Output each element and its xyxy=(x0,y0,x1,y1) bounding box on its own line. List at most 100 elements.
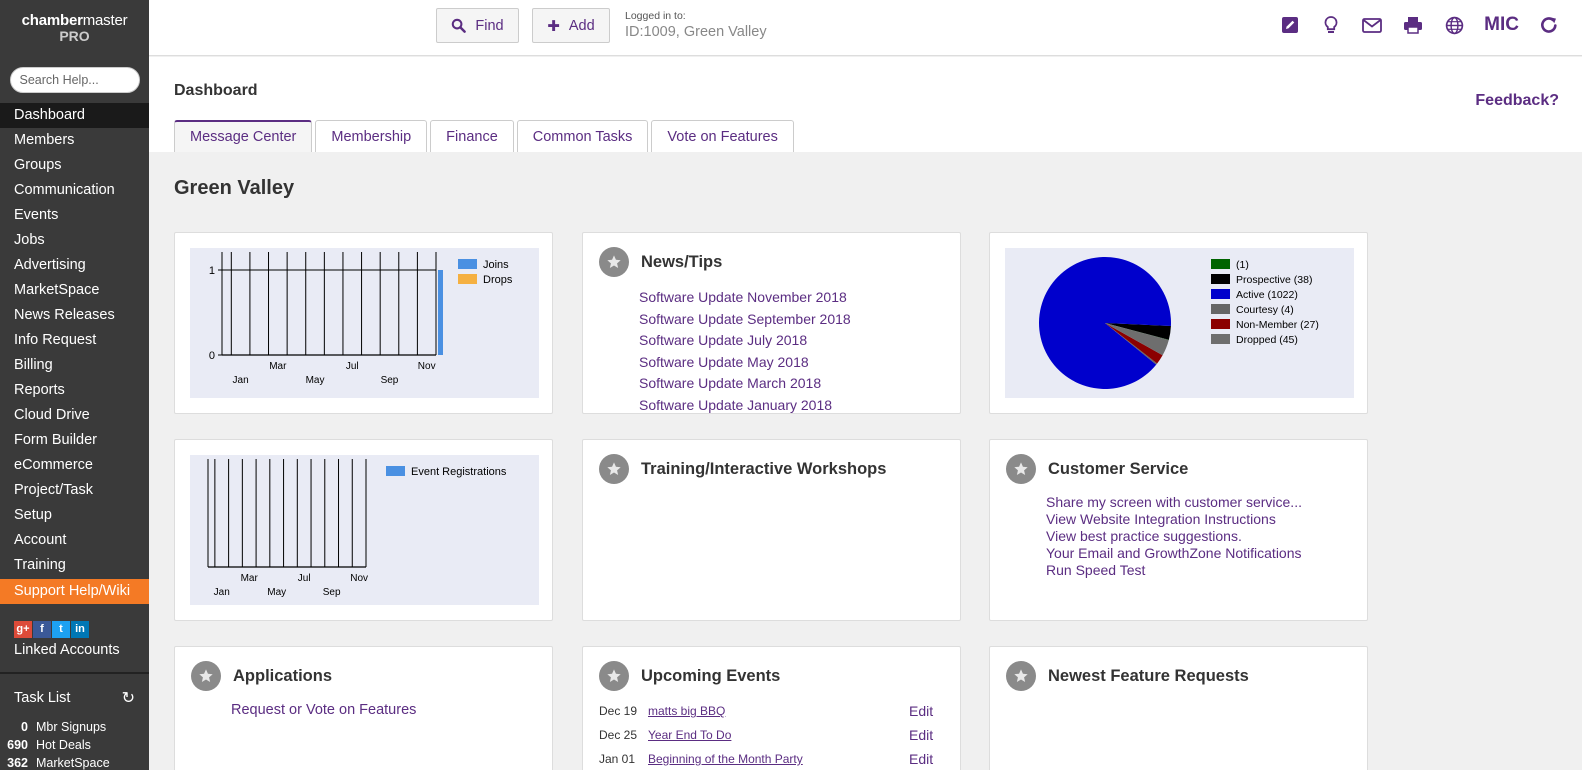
linked-accounts-link[interactable]: Linked Accounts xyxy=(0,642,149,658)
task-item[interactable]: 362 MarketSpace xyxy=(0,754,149,770)
tab-common-tasks[interactable]: Common Tasks xyxy=(516,120,649,152)
star-icon[interactable] xyxy=(191,661,221,691)
news-link[interactable]: Software Update May 2018 xyxy=(639,352,851,374)
task-label: MarketSpace xyxy=(36,756,110,770)
sidebar-item-form-builder[interactable]: Form Builder xyxy=(0,428,149,453)
sidebar-item-reports[interactable]: Reports xyxy=(0,378,149,403)
refresh-icon[interactable]: ↻ xyxy=(122,688,135,708)
bar-joins xyxy=(438,270,443,355)
page-header: Dashboard Feedback? Message Center Member… xyxy=(149,57,1582,152)
newest-features-title: Newest Feature Requests xyxy=(1048,666,1249,685)
search-help-input[interactable] xyxy=(9,67,140,93)
sidebar-item-advertising[interactable]: Advertising xyxy=(0,253,149,278)
customer-service-link[interactable]: View best practice suggestions. xyxy=(1046,528,1302,545)
x-tick-label: Sep xyxy=(381,375,399,386)
sidebar-item-communication[interactable]: Communication xyxy=(0,178,149,203)
user-initials[interactable]: MIC xyxy=(1484,14,1519,36)
customer-service-links: Share my screen with customer service...… xyxy=(1046,494,1302,579)
sidebar-item-marketspace[interactable]: MarketSpace xyxy=(0,278,149,303)
tab-finance[interactable]: Finance xyxy=(430,120,514,152)
task-count: 690 xyxy=(7,738,28,752)
task-item[interactable]: 690 Hot Deals xyxy=(0,736,149,754)
edit-icon[interactable] xyxy=(1279,14,1301,36)
sidebar-item-members[interactable]: Members xyxy=(0,128,149,153)
x-tick-label: May xyxy=(306,375,325,386)
linkedin-icon[interactable]: in xyxy=(71,621,89,638)
customer-service-link[interactable]: Share my screen with customer service... xyxy=(1046,494,1302,511)
sidebar-item-account[interactable]: Account xyxy=(0,528,149,553)
customer-service-card: Customer Service Share my screen with cu… xyxy=(989,439,1368,621)
news-links: Software Update November 2018 Software Up… xyxy=(639,287,851,414)
legend-label: Non-Member (27) xyxy=(1236,319,1319,331)
event-name-link[interactable]: Year End To Do xyxy=(648,723,909,747)
tab-vote-on-features[interactable]: Vote on Features xyxy=(651,120,794,152)
legend-label: Prospective (38) xyxy=(1236,274,1312,286)
printer-icon[interactable] xyxy=(1402,14,1424,36)
y-tick-label: 0 xyxy=(209,350,215,362)
sidebar-item-jobs[interactable]: Jobs xyxy=(0,228,149,253)
event-date: Jan 01 xyxy=(599,752,636,766)
x-tick-label: Jul xyxy=(298,573,311,584)
customer-service-link[interactable]: Run Speed Test xyxy=(1046,562,1302,579)
sidebar-item-project-task[interactable]: Project/Task xyxy=(0,478,149,503)
star-icon[interactable] xyxy=(1006,661,1036,691)
applications-card: Applications Request or Vote on Features xyxy=(174,646,553,770)
sidebar-item-info-request[interactable]: Info Request xyxy=(0,328,149,353)
find-button[interactable]: Find xyxy=(436,8,519,43)
sidebar-item-events[interactable]: Events xyxy=(0,203,149,228)
customer-service-link[interactable]: Your Email and GrowthZone Notifications xyxy=(1046,545,1302,562)
membership-pie-chart: (1) Prospective (38) Active (1022) Courtesy… xyxy=(1005,248,1354,398)
star-icon[interactable] xyxy=(1006,454,1036,484)
sidebar-item-setup[interactable]: Setup xyxy=(0,503,149,528)
event-edit-link[interactable]: Edit xyxy=(909,699,939,723)
brand-logo[interactable]: chambermaster PRO xyxy=(0,0,149,56)
feedback-link[interactable]: Feedback? xyxy=(1475,92,1559,110)
news-link[interactable]: Software Update July 2018 xyxy=(639,330,851,352)
event-name-link[interactable]: Beginning of the Month Party xyxy=(648,747,909,770)
reload-icon[interactable] xyxy=(1538,14,1560,36)
mail-icon[interactable] xyxy=(1361,14,1383,36)
event-date: Dec 25 xyxy=(599,728,638,742)
tab-message-center[interactable]: Message Center xyxy=(174,120,313,152)
card-header: Applications xyxy=(191,661,332,691)
sidebar-item-dashboard[interactable]: Dashboard xyxy=(0,103,149,128)
news-link[interactable]: Software Update November 2018 xyxy=(639,287,851,309)
star-icon[interactable] xyxy=(599,247,629,277)
lightbulb-icon[interactable] xyxy=(1320,14,1342,36)
sidebar-item-cloud-drive[interactable]: Cloud Drive xyxy=(0,403,149,428)
event-edit-link[interactable]: Edit xyxy=(909,723,939,747)
facebook-icon[interactable]: f xyxy=(33,621,51,638)
upcoming-events-card: Upcoming Events Dec 19 matts big BBQ Edit D… xyxy=(582,646,961,770)
task-list-title: Task List xyxy=(14,690,71,706)
star-icon[interactable] xyxy=(599,661,629,691)
event-name-link[interactable]: matts big BBQ xyxy=(648,699,909,723)
event-row: Dec 25 Year End To Do Edit xyxy=(599,723,939,747)
sidebar-item-support-help-wiki[interactable]: Support Help/Wiki xyxy=(0,579,149,604)
news-link[interactable]: Software Update September 2018 xyxy=(639,309,851,331)
customer-service-link[interactable]: View Website Integration Instructions xyxy=(1046,511,1302,528)
sidebar-item-billing[interactable]: Billing xyxy=(0,353,149,378)
sidebar-item-groups[interactable]: Groups xyxy=(0,153,149,178)
brand-pro: PRO xyxy=(59,28,90,44)
card-header: Newest Feature Requests xyxy=(1006,661,1249,691)
event-edit-link[interactable]: Edit xyxy=(909,747,939,770)
news-link[interactable]: Software Update March 2018 xyxy=(639,373,851,395)
task-count: 362 xyxy=(7,756,28,770)
sidebar-item-training[interactable]: Training xyxy=(0,553,149,578)
event-row: Dec 19 matts big BBQ Edit xyxy=(599,699,939,723)
tab-membership[interactable]: Membership xyxy=(315,120,428,152)
task-label: Mbr Signups xyxy=(36,720,107,734)
x-tick-label: Sep xyxy=(323,587,341,598)
task-item[interactable]: 0 Mbr Signups xyxy=(0,718,149,736)
add-button[interactable]: ✚ Add xyxy=(532,8,610,43)
star-icon[interactable] xyxy=(599,454,629,484)
sidebar-item-ecommerce[interactable]: eCommerce xyxy=(0,453,149,478)
globe-icon[interactable] xyxy=(1443,14,1465,36)
training-title: Training/Interactive Workshops xyxy=(641,459,887,478)
vote-features-link[interactable]: Request or Vote on Features xyxy=(231,702,416,718)
legend-label: Dropped (45) xyxy=(1236,334,1298,346)
sidebar-item-news-releases[interactable]: News Releases xyxy=(0,303,149,328)
news-link[interactable]: Software Update January 2018 xyxy=(639,395,851,414)
twitter-icon[interactable]: t xyxy=(52,621,70,638)
google-plus-icon[interactable]: g+ xyxy=(14,621,32,638)
